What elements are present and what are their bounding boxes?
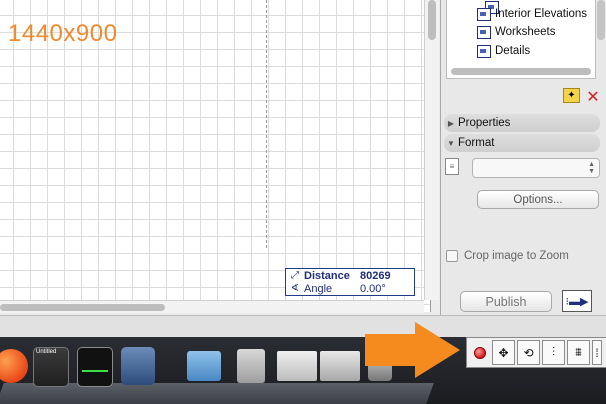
- guide-line: [266, 0, 267, 248]
- publisher-palette: Interior Elevations Worksheets Details ✦…: [440, 0, 606, 315]
- canvas-vertical-scroll-thumb[interactable]: [428, 0, 436, 40]
- itunes-window-icon[interactable]: [277, 351, 317, 381]
- tree-item-worksheets[interactable]: Worksheets: [477, 23, 556, 41]
- tree-item-interior-elevations[interactable]: Interior Elevations: [477, 5, 587, 23]
- angle-label: Angle: [304, 282, 333, 295]
- format-label: Format: [458, 137, 495, 149]
- coordinate-box: ⤢ Distance 80269 ∢ Angle 0.00°: [285, 268, 415, 296]
- move-icon[interactable]: ✥: [492, 340, 515, 365]
- safari-window-icon[interactable]: [320, 351, 360, 381]
- resolution-label: 1440x900: [8, 20, 118, 47]
- options-button[interactable]: Options...: [477, 190, 599, 209]
- new-folder-icon[interactable]: ✦: [563, 88, 580, 103]
- tree-item-label: Details: [495, 45, 531, 57]
- tree-item-label: Interior Elevations: [495, 8, 588, 20]
- tree-item-label: Worksheets: [495, 26, 556, 38]
- untitled-label: Untitled: [36, 349, 57, 355]
- edit-toolbar: ✥ ⟲ ⫶ ⩩ ⁞: [466, 337, 606, 368]
- properties-label: Properties: [458, 117, 511, 129]
- distance-value: 80269: [360, 269, 391, 282]
- close-icon[interactable]: [474, 346, 486, 359]
- more-icon[interactable]: ⁞: [592, 340, 602, 365]
- status-bar: [0, 315, 606, 338]
- palette-scrollbar[interactable]: [597, 0, 605, 40]
- crop-checkbox[interactable]: [446, 250, 458, 262]
- tree-horizontal-scrollbar[interactable]: [451, 68, 591, 75]
- canvas-horizontal-scroll-thumb[interactable]: [0, 304, 165, 311]
- canvas-vertical-scrollbar[interactable]: [424, 0, 439, 300]
- crop-image-row[interactable]: Crop image to Zoom: [446, 250, 569, 262]
- elevation-icon: [477, 7, 491, 21]
- format-section-header[interactable]: ▼ Format: [444, 134, 600, 152]
- properties-section-header[interactable]: ▶ Properties: [444, 114, 600, 132]
- folder-icon[interactable]: [187, 351, 221, 381]
- rotate-icon[interactable]: ⟲: [517, 340, 540, 365]
- elevate-icon[interactable]: ⩩: [567, 340, 590, 365]
- document-icon: ≡: [445, 158, 459, 175]
- worksheet-icon: [477, 25, 491, 39]
- select-arrows-icon: ▲ ▼: [588, 161, 595, 175]
- triangle-down-icon: ▼: [447, 138, 455, 148]
- drawing-canvas[interactable]: 1440x900 ⤢ Distance 80269 ∢ Angle 0.00°: [0, 0, 431, 312]
- angle-icon: ∢: [290, 283, 300, 294]
- distance-label: Distance: [304, 269, 350, 282]
- view-tree: Interior Elevations Worksheets Details: [446, 0, 596, 79]
- detail-icon: [477, 44, 491, 58]
- printer-icon[interactable]: [237, 349, 265, 383]
- dock-app-orange-icon[interactable]: [0, 349, 28, 383]
- crop-checkbox-label: Crop image to Zoom: [464, 250, 569, 262]
- publish-button[interactable]: Publish: [460, 291, 552, 312]
- canvas-horizontal-scrollbar[interactable]: [0, 300, 424, 313]
- mirror-icon[interactable]: ⫶: [542, 340, 565, 365]
- delete-icon[interactable]: ✕: [584, 88, 602, 106]
- publish-arrow-icon[interactable]: ⁝▬▶: [562, 290, 592, 312]
- tree-item-details[interactable]: Details: [477, 42, 530, 60]
- distance-icon: ⤢: [291, 270, 299, 281]
- activity-monitor-icon[interactable]: [77, 347, 113, 387]
- triangle-right-icon: ▶: [447, 118, 455, 128]
- angle-value: 0.00°: [360, 282, 386, 295]
- format-select[interactable]: ▲ ▼: [472, 158, 600, 178]
- orange-arrow-icon: [365, 322, 460, 378]
- dock-app-untitled-icon[interactable]: Untitled: [33, 347, 69, 387]
- archicad-icon[interactable]: [121, 347, 155, 385]
